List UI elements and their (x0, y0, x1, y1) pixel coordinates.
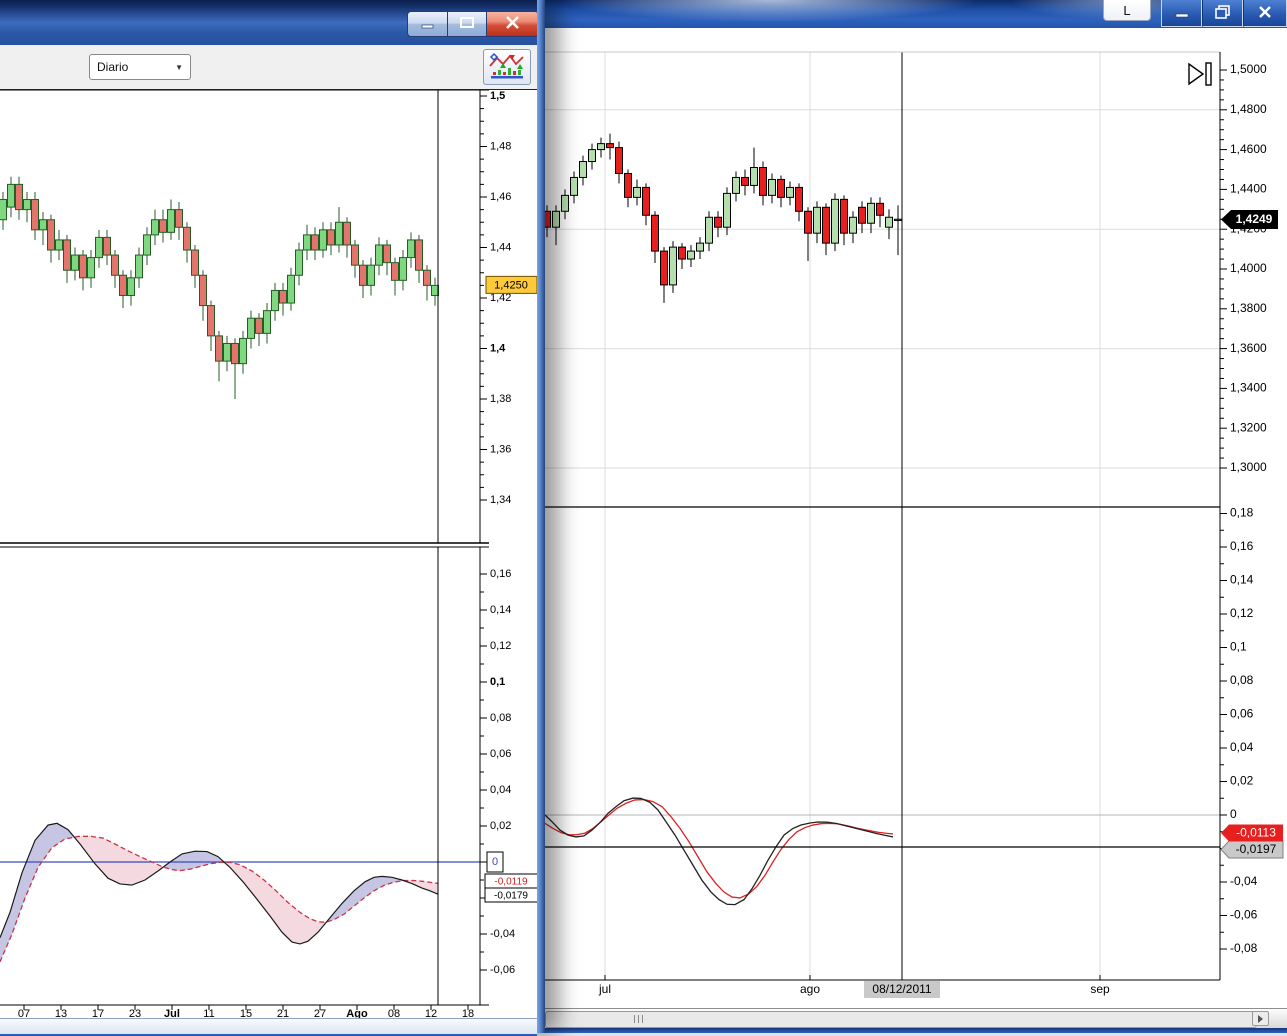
minimize-icon (421, 17, 435, 32)
svg-text:0,1: 0,1 (1230, 640, 1247, 654)
svg-text:1,36: 1,36 (490, 443, 511, 455)
svg-text:-0,04: -0,04 (490, 928, 515, 940)
svg-text:Jul: Jul (164, 1008, 180, 1018)
svg-text:11: 11 (203, 1008, 214, 1018)
svg-text:27: 27 (314, 1008, 326, 1018)
svg-text:18: 18 (462, 1008, 474, 1018)
svg-text:1,5: 1,5 (490, 90, 505, 102)
horizontal-scrollbar[interactable] (537, 1008, 1287, 1029)
svg-text:1,4400: 1,4400 (1230, 182, 1267, 196)
svg-text:0,14: 0,14 (1230, 573, 1254, 587)
period-dropdown-value: Diario (97, 60, 129, 74)
maximize-icon (459, 16, 475, 32)
maximize-button[interactable] (447, 11, 487, 37)
svg-text:0,14: 0,14 (490, 604, 511, 616)
svg-text:0,04: 0,04 (490, 784, 511, 796)
chart-settings-button[interactable] (483, 49, 531, 85)
svg-text:-0,06: -0,06 (490, 964, 515, 976)
svg-text:-0,0119: -0,0119 (494, 877, 528, 888)
svg-text:sep: sep (1090, 982, 1110, 996)
svg-text:15: 15 (240, 1008, 252, 1018)
svg-text:13: 13 (55, 1008, 67, 1018)
scrollbar-grip-icon (634, 1015, 643, 1023)
svg-text:-0,0113: -0,0113 (1236, 826, 1276, 840)
svg-text:08/12/2011: 08/12/2011 (872, 982, 931, 996)
left-window-right-border (537, 0, 545, 1033)
svg-text:0,12: 0,12 (490, 640, 511, 652)
svg-text:0,16: 0,16 (1230, 539, 1254, 553)
svg-text:1,3800: 1,3800 (1230, 301, 1267, 315)
step-forward-icon[interactable] (1186, 60, 1216, 88)
left-window-controls (407, 11, 539, 37)
svg-text:1,4250: 1,4250 (494, 279, 528, 291)
svg-text:0: 0 (492, 856, 498, 868)
scrollbar-thumb[interactable] (545, 1011, 1257, 1028)
svg-text:1,46: 1,46 (490, 191, 511, 203)
svg-text:ago: ago (800, 982, 820, 996)
arrow-right-icon (1258, 1014, 1263, 1023)
svg-text:1,4000: 1,4000 (1230, 261, 1267, 275)
svg-text:1,44: 1,44 (490, 241, 511, 253)
svg-text:0,08: 0,08 (1230, 673, 1254, 687)
svg-text:0,06: 0,06 (490, 748, 511, 760)
svg-text:1,38: 1,38 (490, 393, 511, 405)
svg-text:-0,06: -0,06 (1230, 908, 1258, 922)
svg-text:-0,08: -0,08 (1230, 941, 1258, 955)
svg-text:0,18: 0,18 (1230, 506, 1254, 520)
svg-text:1,3000: 1,3000 (1230, 460, 1267, 474)
period-dropdown[interactable]: Diario ▼ (89, 54, 191, 80)
svg-text:1,3600: 1,3600 (1230, 341, 1267, 355)
right-window-bottom-border (537, 1028, 1287, 1033)
svg-text:0: 0 (1230, 807, 1237, 821)
svg-text:-0,04: -0,04 (1230, 874, 1258, 888)
svg-text:21: 21 (277, 1008, 289, 1018)
svg-text:1,34: 1,34 (490, 494, 511, 506)
svg-text:1,4600: 1,4600 (1230, 142, 1267, 156)
left-window-toolbar: Diario ▼ (0, 45, 537, 90)
desktop: L 1,5000 1,4800 1,4600 1,4400 1,4000 1,3… (0, 0, 1287, 1036)
svg-text:08: 08 (388, 1008, 400, 1018)
close-icon (505, 16, 520, 32)
svg-text:0,16: 0,16 (490, 568, 511, 580)
minimize-button[interactable] (407, 11, 447, 37)
chevron-down-icon: ▼ (175, 62, 183, 72)
chart-settings-icon (488, 52, 526, 83)
svg-text:1,3200: 1,3200 (1230, 420, 1267, 434)
svg-text:-0,0179: -0,0179 (494, 891, 528, 902)
svg-text:1,48: 1,48 (490, 140, 511, 152)
svg-text:-0,0197: -0,0197 (1236, 842, 1277, 856)
svg-text:0,1: 0,1 (490, 676, 505, 688)
svg-text:23: 23 (129, 1008, 141, 1018)
svg-text:0,04: 0,04 (1230, 740, 1254, 754)
svg-text:07: 07 (18, 1008, 30, 1018)
left-chart-window: 1,5 1,48 1,46 1,44 1,42 1,4 1,38 1,36 1,34 0,16 0,… (0, 0, 545, 1036)
svg-text:1,3400: 1,3400 (1230, 381, 1267, 395)
left-window-bottom-border (0, 1018, 537, 1036)
left-window-titlebar[interactable] (0, 0, 545, 45)
svg-text:0,02: 0,02 (1230, 774, 1254, 788)
close-button[interactable] (487, 11, 539, 37)
left-chart-canvas[interactable]: 1,51,481,461,441,421,41,381,361,340,160,… (0, 0, 537, 1018)
svg-text:12: 12 (425, 1008, 437, 1018)
svg-text:1,4800: 1,4800 (1230, 102, 1267, 116)
svg-text:1,4: 1,4 (490, 342, 506, 354)
svg-text:1,4249: 1,4249 (1236, 212, 1273, 226)
svg-text:Ago: Ago (346, 1008, 368, 1018)
svg-text:0,02: 0,02 (490, 820, 511, 832)
svg-text:17: 17 (92, 1008, 104, 1018)
svg-text:0,06: 0,06 (1230, 707, 1254, 721)
svg-text:0,12: 0,12 (1230, 606, 1254, 620)
svg-text:0,08: 0,08 (490, 712, 511, 724)
scroll-right-button[interactable] (1252, 1011, 1269, 1026)
svg-text:1,5000: 1,5000 (1230, 62, 1267, 76)
svg-text:jul: jul (598, 982, 611, 996)
